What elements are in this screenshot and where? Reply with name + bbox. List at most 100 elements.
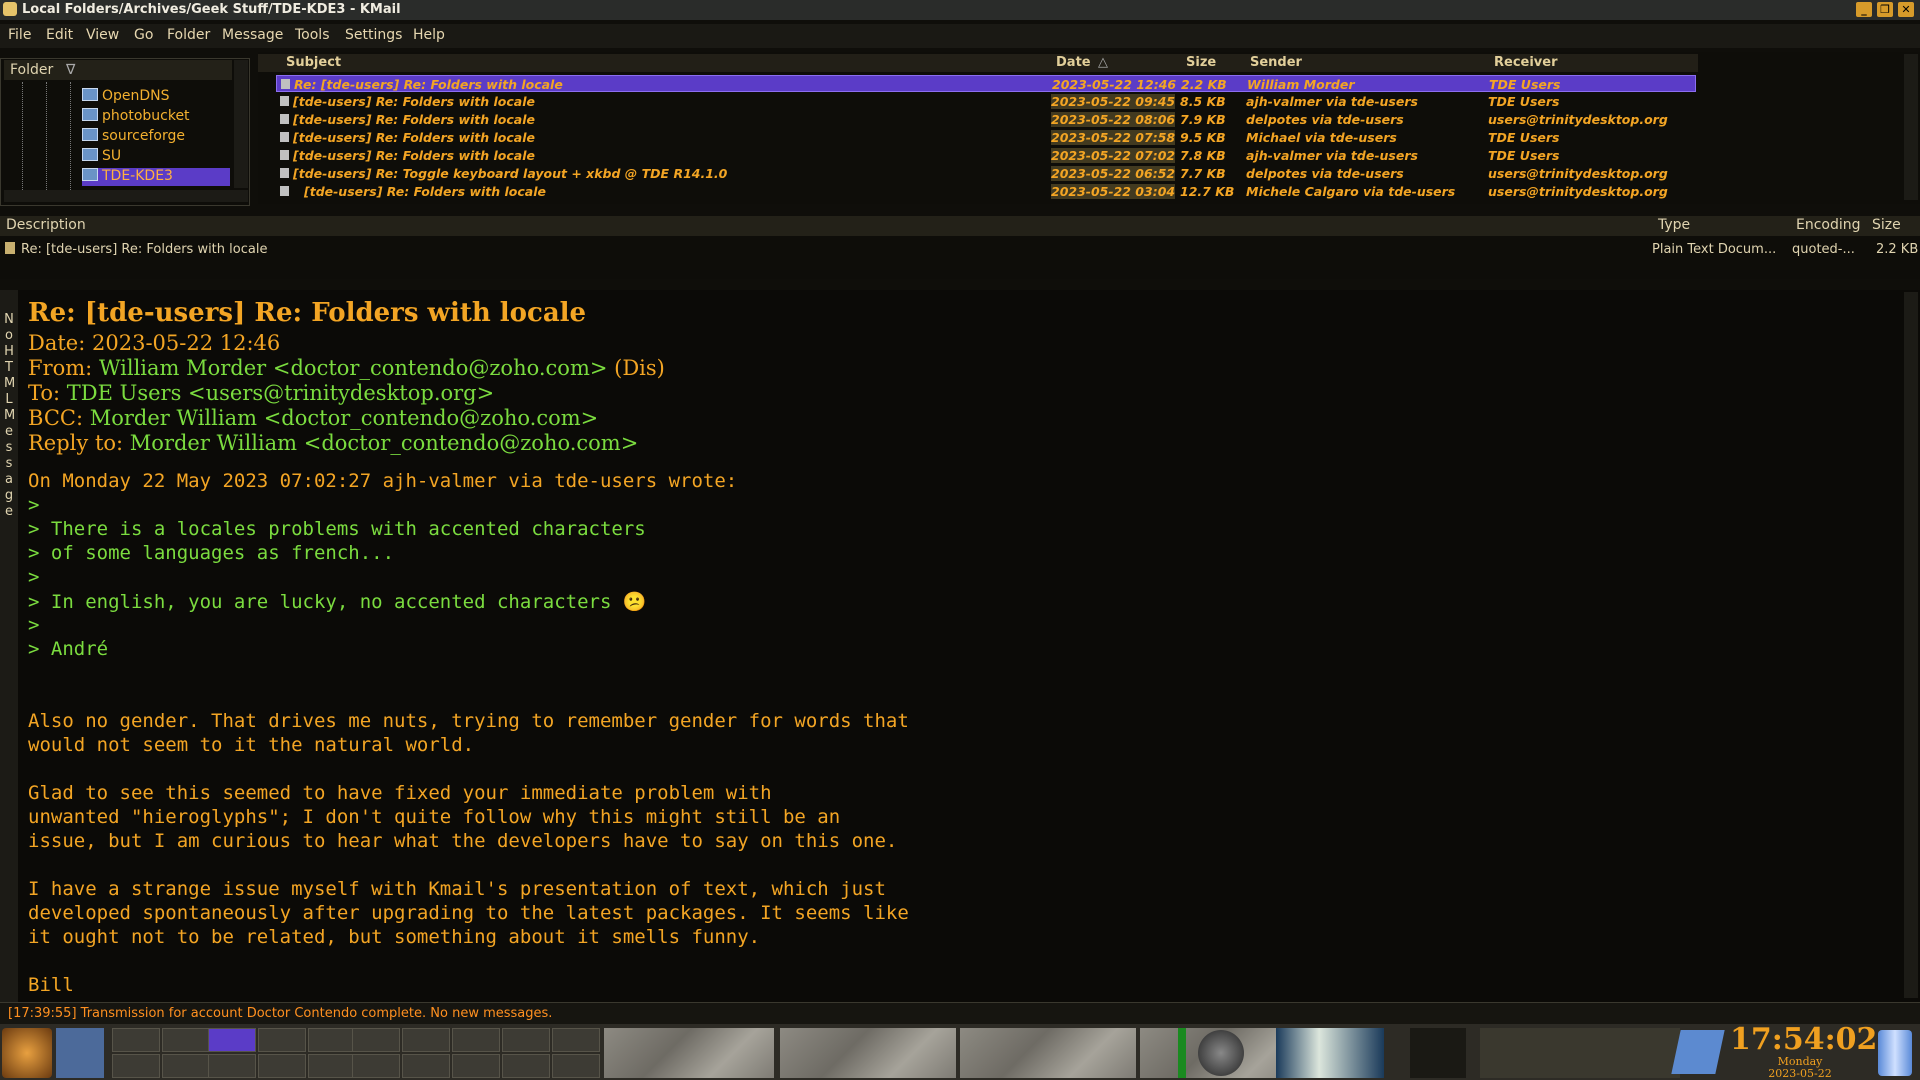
to-link[interactable]: TDE Users <users@trinitydesktop.org> <box>67 381 494 405</box>
taskbar-button[interactable] <box>162 1028 210 1052</box>
bcc-link[interactable]: Morder William <doctor_contendo@zoho.com… <box>90 406 599 430</box>
attachment-row[interactable]: Re: [tde-users] Re: Folders with locale … <box>0 238 1920 258</box>
message-status-icon <box>280 186 289 196</box>
cpu-meter <box>1178 1028 1186 1078</box>
window-title: Local Folders/Archives/Geek Stuff/TDE-KD… <box>22 2 401 17</box>
body-line: would not seem to it the natural world. <box>28 734 475 756</box>
world-map-icon[interactable] <box>1276 1028 1384 1078</box>
taskbar-button[interactable] <box>258 1028 306 1052</box>
message-row[interactable]: [tde-users] Re: Folders with locale 2023… <box>276 93 1696 110</box>
body-line: Also no gender. That drives me nuts, try… <box>28 710 909 732</box>
start-menu-icon[interactable] <box>2 1028 52 1078</box>
message-status-icon <box>280 132 289 142</box>
taskbar-button[interactable] <box>308 1054 356 1078</box>
menu-view[interactable]: View <box>86 27 119 43</box>
taskbar-button[interactable] <box>258 1054 306 1078</box>
message-row[interactable]: [tde-users] Re: Folders with locale 2023… <box>276 111 1696 128</box>
taskbar-button[interactable] <box>402 1054 450 1078</box>
date-label: Date: <box>28 331 86 355</box>
taskbar-button[interactable] <box>502 1028 550 1052</box>
system-tray <box>1480 1028 1680 1078</box>
column-receiver[interactable]: Receiver <box>1494 55 1558 70</box>
column-subject[interactable]: Subject <box>286 55 341 70</box>
message-row[interactable]: [tde-users] Re: Folders with locale 2023… <box>276 129 1696 146</box>
folder-column-header[interactable]: Folder ∇ <box>4 60 232 80</box>
taskbar-button[interactable] <box>552 1054 600 1078</box>
menu-go[interactable]: Go <box>134 27 153 43</box>
taskbar-button[interactable] <box>552 1028 600 1052</box>
column-att-size[interactable]: Size <box>1872 217 1901 233</box>
message-status-icon <box>280 114 289 124</box>
message-status-icon <box>280 96 289 106</box>
column-type[interactable]: Type <box>1658 217 1690 233</box>
message-list-scrollbar[interactable] <box>1904 54 1918 200</box>
menu-help[interactable]: Help <box>413 27 445 43</box>
taskbar-button[interactable] <box>452 1054 500 1078</box>
folder-horizontal-scrollbar[interactable] <box>4 190 248 202</box>
replyto-link[interactable]: Morder William <doctor_contendo@zoho.com… <box>130 431 639 455</box>
dial-icon[interactable] <box>1198 1030 1244 1076</box>
trash-icon[interactable] <box>1878 1030 1912 1076</box>
taskbar-button[interactable] <box>352 1028 400 1052</box>
column-encoding[interactable]: Encoding <box>1796 217 1861 233</box>
taskbar-button[interactable] <box>452 1028 500 1052</box>
menu-message[interactable]: Message <box>222 27 283 43</box>
menu-edit[interactable]: Edit <box>46 27 73 43</box>
column-date[interactable]: Date <box>1056 55 1091 70</box>
message-row[interactable]: Re: [tde-users] Re: Folders with locale … <box>276 75 1696 92</box>
taskbar-button[interactable] <box>112 1054 160 1078</box>
clock[interactable]: 17:54:02 Monday 2023-05-22 <box>1730 1022 1878 1080</box>
taskbar-button[interactable] <box>208 1054 256 1078</box>
folder-header-label: Folder <box>10 62 54 78</box>
folder-item-sourceforge[interactable]: sourceforge <box>82 128 185 146</box>
notes-icon[interactable] <box>1671 1030 1725 1074</box>
menu-tools[interactable]: Tools <box>295 27 330 43</box>
column-size[interactable]: Size <box>1186 55 1216 70</box>
folder-item-tde-kde3[interactable]: TDE-KDE3 <box>82 168 230 186</box>
desktop-pager-2[interactable] <box>780 1028 956 1078</box>
folder-icon <box>82 88 98 101</box>
row-date: 2023-05-22 07:02 <box>1051 148 1176 163</box>
maximize-icon[interactable]: ❐ <box>1877 2 1893 17</box>
date-line: Date: 2023-05-22 12:46 <box>28 331 280 355</box>
message-row[interactable]: [tde-users] Re: Folders with locale 2023… <box>276 147 1696 164</box>
menu-settings[interactable]: Settings <box>345 27 402 43</box>
menu-file[interactable]: File <box>8 27 31 43</box>
close-icon[interactable]: ✕ <box>1898 2 1914 17</box>
folder-label: OpenDNS <box>102 88 170 104</box>
taskbar-button[interactable] <box>308 1028 356 1052</box>
taskbar-button-kmail[interactable] <box>208 1028 256 1052</box>
column-sender[interactable]: Sender <box>1250 55 1302 70</box>
desktop-pager-1[interactable] <box>604 1028 774 1078</box>
folder-item-su[interactable]: SU <box>82 148 121 166</box>
character-palette[interactable] <box>1410 1028 1466 1078</box>
desktop-pager-3[interactable] <box>960 1028 1136 1078</box>
folder-item-opendns[interactable]: OpenDNS <box>82 88 170 106</box>
message-row[interactable]: [tde-users] Re: Toggle keyboard layout +… <box>276 165 1696 182</box>
menu-folder[interactable]: Folder <box>167 27 210 43</box>
taskbar-button[interactable] <box>502 1054 550 1078</box>
clock-time: 17:54:02 <box>1730 1022 1878 1057</box>
attachment-size: 2.2 KB <box>1876 242 1919 257</box>
no-html-label: No HTML Message <box>4 312 16 519</box>
message-row[interactable]: [tde-users] Re: Folders with locale 2023… <box>276 183 1696 200</box>
taskbar-button[interactable] <box>402 1028 450 1052</box>
edit-app-icon[interactable] <box>56 1028 104 1078</box>
row-date: 2023-05-22 12:46 <box>1052 77 1177 92</box>
from-link[interactable]: William Morder <doctor_contendo@zoho.com… <box>99 356 608 380</box>
html-toggle-strip[interactable]: No HTML Message <box>0 290 18 1002</box>
taskbar-button[interactable] <box>352 1054 400 1078</box>
folder-vertical-scrollbar[interactable] <box>234 60 248 188</box>
quoted-line: > of some languages as french... <box>28 542 395 564</box>
folder-item-photobucket[interactable]: photobucket <box>82 108 190 126</box>
body-line: developed spontaneously after upgrading … <box>28 902 909 924</box>
column-description[interactable]: Description <box>6 217 86 233</box>
from-label: From: <box>28 356 93 380</box>
minimize-icon[interactable]: _ <box>1856 2 1872 17</box>
bcc-line: BCC: Morder William <doctor_contendo@zoh… <box>28 406 598 430</box>
taskbar-button[interactable] <box>162 1054 210 1078</box>
taskbar-button[interactable] <box>112 1028 160 1052</box>
message-status-icon <box>281 79 290 89</box>
reader-scrollbar[interactable] <box>1904 292 1918 998</box>
sort-ascending-icon: △ <box>1098 55 1108 70</box>
